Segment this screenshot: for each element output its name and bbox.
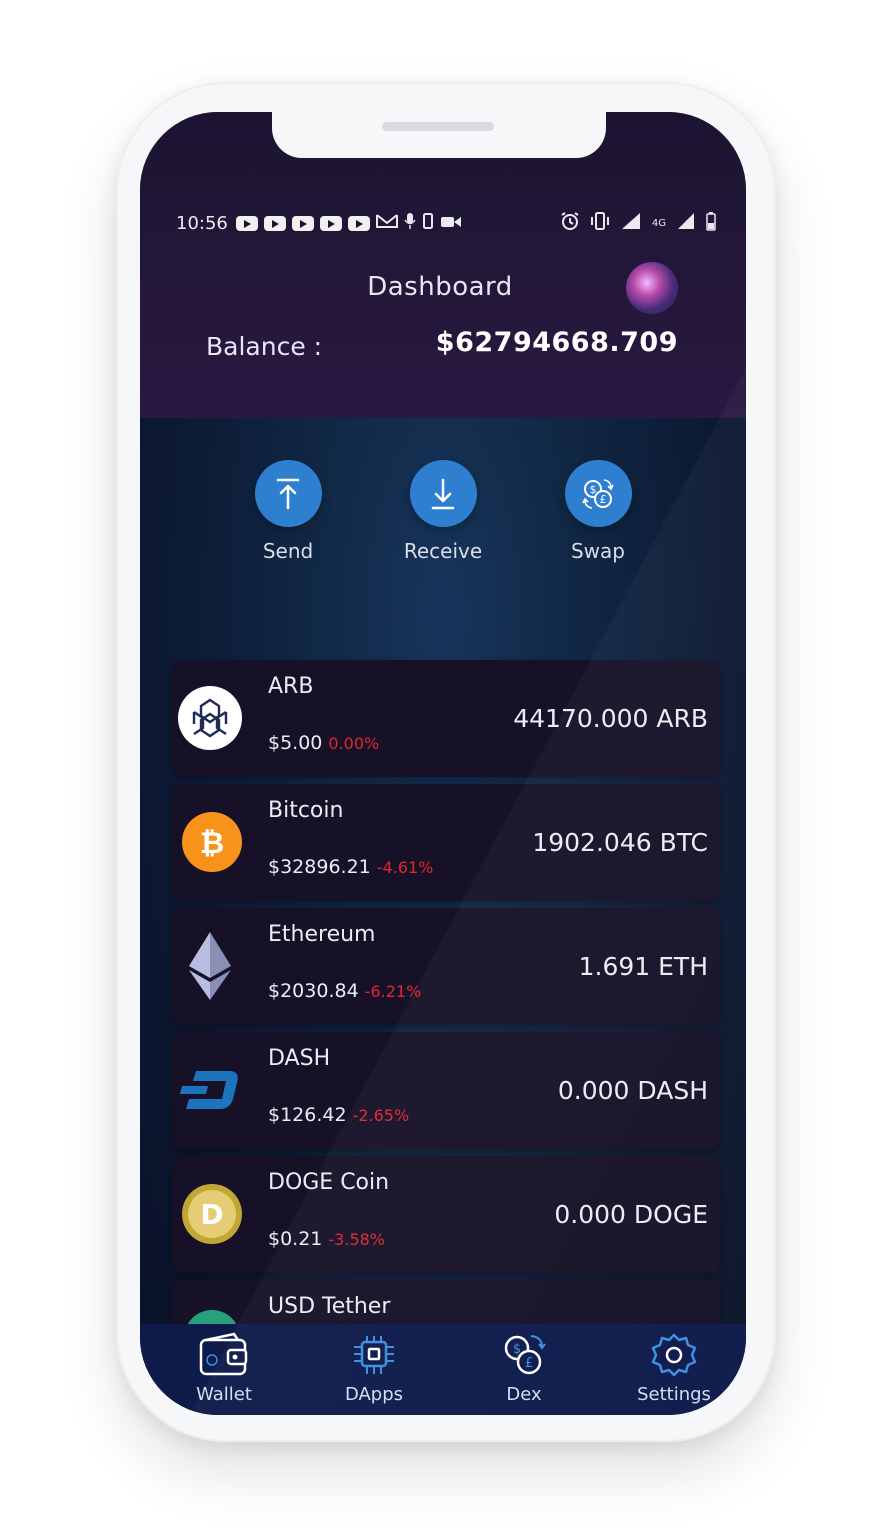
receive-icon [409,460,477,527]
youtube-notification-icon [235,215,258,231]
receive-label: Receive [403,539,483,563]
asset-holding: 0.000 DASH [557,1076,708,1105]
asset-holding: 1902.046 BTC [532,828,708,857]
swap-label: Swap [570,539,625,563]
asset-price-value: $32896.21 [268,856,371,878]
balance-label: Balance : [206,332,323,361]
microphone-icon [404,212,416,235]
swap-icon: $ £ [564,460,632,527]
asset-price-value: $126.42 [268,1104,347,1126]
asset-price: $0.21 -3.58% [268,1228,385,1250]
asset-holding: 44170.000 ARB [513,704,708,733]
svg-text:$: $ [590,483,597,496]
svg-text:D: D [200,1198,223,1231]
phone-notch [272,112,606,158]
vibrate-icon [590,211,610,235]
status-bar: 10:56 4G [176,208,716,238]
asset-name: DOGE Coin [268,1170,390,1195]
send-icon [254,460,322,527]
asset-price: $5.00 0.00% [268,732,379,754]
asset-change: -6.21% [364,982,422,1001]
speaker-grille [382,122,494,131]
status-time: 10:56 [176,212,228,234]
swap-button[interactable]: $ £ Swap [538,460,658,563]
ethereum-icon [178,932,242,1000]
svg-text:£: £ [525,1356,533,1371]
asset-price: $126.42 -2.65% [268,1104,409,1126]
avatar[interactable] [626,262,678,314]
asset-change: -2.65% [352,1106,410,1125]
balance-value: $62794668.709 [435,327,678,358]
youtube-notification-icon [347,215,370,231]
wallet-icon [198,1332,250,1382]
youtube-notification-icon [319,215,342,231]
video-camera-icon [440,213,462,234]
asset-price: $32896.21 -4.61% [268,856,433,878]
bitcoin-icon: ₿ [182,812,242,872]
nav-dapps[interactable]: DApps [314,1332,434,1405]
asset-change: -4.61% [376,858,434,877]
dex-icon: $ £ [499,1335,549,1382]
asset-price-value: $2030.84 [268,980,359,1002]
asset-name: USD Tether [268,1294,391,1319]
asset-price-value: $5.00 [268,732,323,754]
asset-change: 0.00% [328,734,380,753]
asset-holding: 0.000 DOGE [554,1200,708,1229]
asset-change: -3.58% [328,1230,386,1249]
svg-text:₿: ₿ [200,826,224,861]
doge-icon: D [182,1184,242,1244]
network-type-label: 4G [651,217,666,229]
dapps-icon [350,1336,398,1382]
nav-wallet-label: Wallet [196,1384,252,1405]
asset-row-doge[interactable]: D DOGE Coin $0.21 -3.58% 0.000 DOGE [172,1156,720,1273]
youtube-notification-icon [291,215,314,231]
status-indicators: 4G [560,211,716,235]
arb-icon [178,686,242,750]
mail-icon [375,213,398,234]
asset-row-dash[interactable]: DASH $126.42 -2.65% 0.000 DASH [172,1032,720,1149]
asset-row-bitcoin[interactable]: ₿ Bitcoin $32896.21 -4.61% 1902.046 BTC [172,784,720,901]
asset-price-value: $0.21 [268,1228,323,1250]
svg-text:£: £ [600,493,607,506]
nav-dex[interactable]: $ £ Dex [464,1332,584,1405]
asset-holding: 1.691 ETH [578,952,708,981]
alarm-icon [560,211,580,235]
asset-price: $2030.84 -6.21% [268,980,421,1002]
app-screen: 10:56 4G Dashboard Balance: $62794668.7… [140,112,746,1415]
receive-button[interactable]: Receive [383,460,503,563]
phone-small-icon [422,212,434,235]
signal-icon [620,211,642,235]
asset-name: Ethereum [268,922,376,947]
asset-name: ARB [268,674,314,699]
send-label: Send [262,539,314,563]
settings-icon [650,1333,698,1382]
nav-wallet[interactable]: Wallet [164,1332,284,1405]
asset-row-arb[interactable]: ARB $5.00 0.00% 44170.000 ARB [172,660,720,777]
nav-dapps-label: DApps [344,1384,404,1405]
nav-settings-label: Settings [637,1384,711,1405]
send-button[interactable]: Send [228,460,348,563]
asset-name: Bitcoin [268,798,344,823]
signal-icon-secondary [676,211,696,235]
bottom-nav: Wallet DApps $ £ Dex Settings [140,1324,746,1415]
asset-row-ethereum[interactable]: Ethereum $2030.84 -6.21% 1.691 ETH [172,908,720,1025]
nav-dex-label: Dex [506,1384,542,1405]
asset-name: DASH [268,1046,331,1071]
dash-icon [178,1058,242,1122]
youtube-notification-icon [263,215,286,231]
nav-settings[interactable]: Settings [614,1332,734,1405]
battery-icon [706,211,716,235]
